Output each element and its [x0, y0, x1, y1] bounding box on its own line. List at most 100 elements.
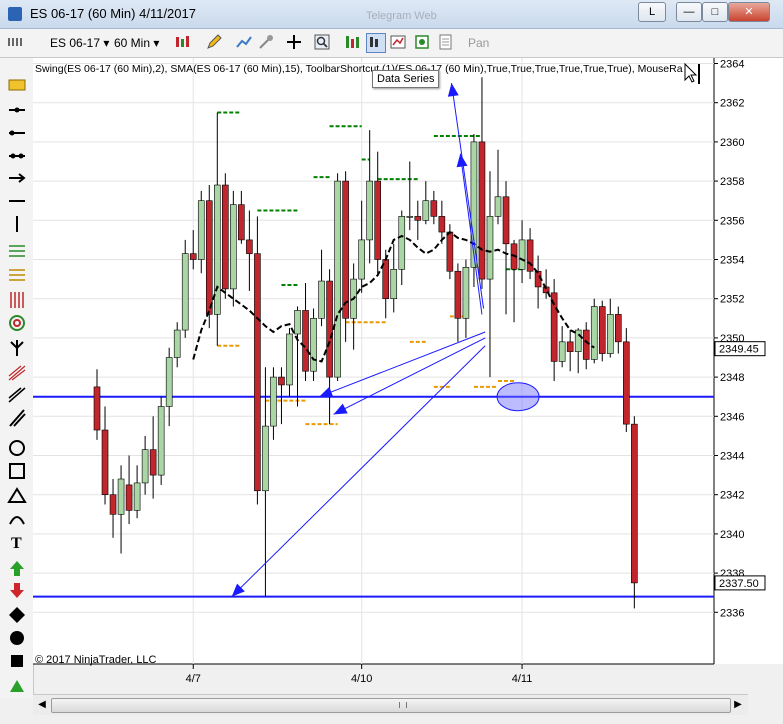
y-tick-label: 2354 [720, 255, 744, 267]
arrow-line-icon[interactable] [9, 173, 26, 183]
triangle-up-icon[interactable] [10, 680, 24, 692]
ellipse-icon[interactable] [9, 440, 25, 456]
crosshair-icon[interactable] [286, 34, 302, 50]
candle-up [286, 333, 293, 386]
fibonacci-extensions-icon[interactable] [9, 269, 25, 281]
arc-icon[interactable] [9, 516, 25, 525]
pencil-icon[interactable] [206, 34, 222, 50]
ray-icon[interactable] [9, 130, 25, 136]
candle-up [398, 216, 406, 270]
y-tick-label: 2342 [720, 490, 744, 502]
drawing-tools-icons: T [7, 40, 27, 692]
app-icon [8, 7, 22, 21]
candle-up [470, 141, 478, 268]
text-icon[interactable]: T [11, 535, 22, 552]
candle-up [318, 280, 325, 319]
arrow-up-icon[interactable] [10, 561, 24, 576]
candle-down [342, 180, 349, 319]
scroll-right-button[interactable]: ▶ [731, 698, 745, 712]
candle-up [406, 216, 414, 218]
y-tick-label: 2362 [720, 98, 744, 110]
candle-down [189, 253, 197, 260]
window-title: ES 06-17 (60 Min) 4/11/2017 [30, 6, 196, 21]
candle-down [222, 184, 229, 290]
close-button[interactable]: ✕ [728, 2, 770, 22]
triangle-icon[interactable] [7, 487, 27, 503]
drawing-tools-sidebar: T [0, 40, 34, 698]
candle-up [165, 357, 173, 407]
rectangle-icon[interactable] [9, 463, 25, 479]
candle-up [141, 449, 149, 484]
andrews-pitchfork-icon[interactable] [9, 245, 25, 257]
candle-up [358, 239, 365, 280]
interval-label: 60 Min [114, 36, 151, 50]
instrument-selector[interactable]: ES 06-17 ▾ [50, 34, 109, 52]
candle-up [462, 267, 470, 319]
y-tick-label: 2352 [720, 294, 744, 306]
link-button[interactable]: L [638, 2, 666, 22]
fibonacci-circle-icon[interactable] [9, 315, 25, 331]
grip-icon [8, 38, 22, 46]
price-chart[interactable]: 2336233823402342234423462348235023522354… [33, 58, 783, 694]
fibonacci-time-icon[interactable] [10, 292, 24, 308]
regression-channel-icon[interactable] [8, 365, 26, 381]
trend-channel-icon[interactable] [8, 387, 26, 403]
maximize-button[interactable]: □ [702, 2, 728, 22]
scroll-left-button[interactable]: ◀ [35, 698, 49, 712]
candle-down [246, 239, 253, 254]
candle-down [614, 314, 622, 343]
snapshot-icon[interactable] [414, 34, 430, 50]
minimize-button[interactable]: — [676, 2, 702, 22]
ellipse-annotation[interactable] [496, 382, 540, 412]
candle-down [238, 204, 245, 241]
instrument-label: ES 06-17 [50, 36, 101, 50]
scroll-thumb[interactable] [51, 698, 731, 713]
candle-up [486, 216, 494, 280]
line-icon[interactable] [9, 107, 25, 113]
x-tick-label: 4/7 [186, 673, 201, 685]
candle-up [366, 180, 373, 241]
strategies-icon[interactable] [258, 34, 274, 50]
square-icon[interactable] [11, 655, 23, 667]
zoom-icon[interactable] [314, 34, 330, 50]
parallel-lines-icon[interactable] [9, 409, 26, 427]
data-series-icon[interactable] [344, 34, 360, 50]
candle-down [598, 306, 606, 354]
background-window-ghost: Telegram Web [258, 10, 618, 26]
candle-up [606, 314, 614, 354]
candle-down [302, 310, 309, 372]
data-series-tooltip: Data Series [372, 70, 440, 88]
title-bar[interactable]: ES 06-17 (60 Min) 4/11/2017 Telegram Web… [0, 0, 783, 29]
candle-down [93, 386, 101, 431]
candle-up [230, 204, 237, 290]
candle-up [173, 329, 181, 358]
candle-down [326, 280, 333, 378]
candle-down [526, 239, 534, 272]
bar-style-icon[interactable] [174, 34, 190, 50]
candle-down [582, 329, 590, 360]
x-tick-label: 4/11 [512, 673, 533, 685]
pan-button[interactable]: Pan [468, 34, 489, 52]
candle-up [262, 425, 269, 492]
arrow-down-icon[interactable] [10, 583, 24, 598]
horizontal-scrollbar[interactable]: ◀ ▶ [33, 694, 748, 715]
chart-area[interactable]: 2336 2338 2340 2342 2344 2346 2348 2350 2352 2354… [33, 58, 783, 697]
y-tick-label: 2358 [720, 176, 744, 188]
properties-icon[interactable] [438, 34, 454, 50]
candle-down [125, 484, 133, 511]
extended-line-icon[interactable] [9, 153, 25, 159]
candle-up [558, 341, 566, 362]
candle-down [374, 180, 382, 260]
indicators-icon[interactable] [236, 34, 252, 50]
diamond-icon[interactable] [9, 607, 25, 623]
y-tick-label: 2360 [720, 137, 744, 149]
candle-down [278, 376, 285, 386]
gann-fan-icon[interactable] [10, 340, 24, 356]
interval-selector[interactable]: 60 Min ▾ [114, 34, 159, 52]
dot-icon[interactable] [10, 631, 24, 645]
candle-up [270, 376, 277, 427]
chart-trader-icon[interactable] [390, 34, 406, 50]
chart-properties-icon[interactable] [366, 33, 386, 53]
candle-down [566, 341, 574, 352]
ruler-icon[interactable] [8, 79, 26, 91]
